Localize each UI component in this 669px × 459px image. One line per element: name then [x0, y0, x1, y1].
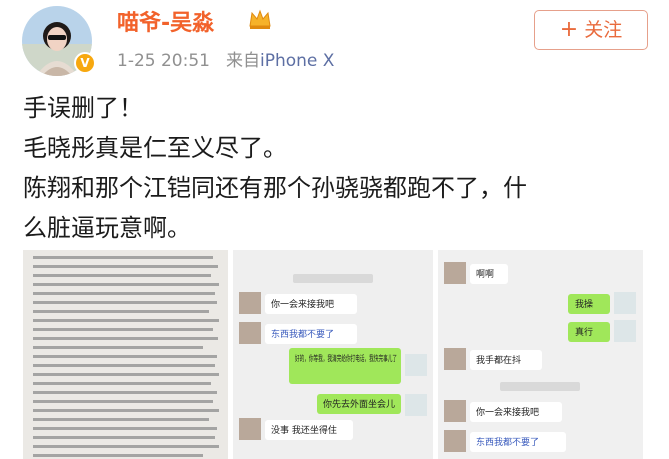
- follow-button[interactable]: + 关注: [534, 10, 648, 50]
- post-image-chat-left[interactable]: 你一会来接我吧 东西我都不要了 好的，你等我，我清完给你打电话，我快完事儿了 你…: [233, 250, 433, 459]
- avatar: [614, 320, 636, 342]
- post-image-statement[interactable]: [23, 250, 228, 459]
- avatar: [239, 292, 261, 314]
- chat-bubble-text: 我手都在抖: [476, 354, 521, 366]
- avatar: [444, 348, 466, 370]
- chat-bubble-text: 你先去外面坐会儿: [323, 398, 395, 410]
- chat-bubble-text: 你一会来接我吧: [271, 298, 334, 310]
- crown-icon: [249, 9, 271, 29]
- chat-bubble-text: 你一会来接我吧: [476, 406, 539, 418]
- post-line: 么脏逼玩意啊。: [23, 214, 191, 242]
- chat-image-left: 你一会来接我吧 东西我都不要了 好的，你等我，我清完给你打电话，我快完事儿了 你…: [233, 250, 433, 459]
- post-line: 陈翔和那个江铠同还有那个孙骁骁都跑不了，什: [23, 174, 527, 202]
- chat-bubble-text: 没事 我还坐得住: [271, 424, 337, 436]
- follow-button-label: 关注: [584, 19, 623, 41]
- verified-badge-icon: V: [74, 52, 96, 74]
- avatar: [444, 400, 466, 422]
- chat-bubble-text: 真行: [575, 326, 593, 338]
- avatar: [444, 430, 466, 452]
- post-line: 手误删了！: [23, 94, 143, 122]
- post-timestamp: 1-25 20:51: [117, 51, 210, 71]
- avatar: [239, 418, 261, 440]
- plus-icon: +: [559, 17, 579, 42]
- statement-image: [23, 250, 228, 459]
- post-image-chat-right[interactable]: 啊啊 我操 真行 我手都在抖 你一会来接我吧 东西我都不要了: [438, 250, 643, 459]
- avatar: [405, 354, 427, 376]
- chat-bubble-text: 啊啊: [476, 269, 494, 280]
- chat-bubble-text: 东西我都不要了: [476, 436, 539, 448]
- post-meta: 1-25 20:51 来自iPhone X: [117, 46, 334, 71]
- post-line: 毛晓彤真是仁至义尽了。: [23, 134, 287, 162]
- avatar: [614, 292, 636, 314]
- chat-image-right: 啊啊 我操 真行 我手都在抖 你一会来接我吧 东西我都不要了: [438, 250, 643, 459]
- post-text: 手误删了！ 毛晓彤真是仁至义尽了。 陈翔和那个江铠同还有那个孙骁骁都跑不了，什 …: [23, 88, 653, 248]
- source-prefix: 来自: [225, 51, 260, 71]
- avatar: [444, 262, 466, 284]
- post-header: V 喵爷-吴淼 1-25 20:51 来自iPhone X + 关注: [0, 0, 669, 80]
- username[interactable]: 喵爷-吴淼: [117, 5, 214, 37]
- source-device[interactable]: iPhone X: [260, 51, 334, 71]
- avatar: [239, 322, 261, 344]
- chat-bubble-text: 我操: [575, 298, 593, 310]
- chat-bubble-text: 好的，你等我，我清完给你打电话，我快完事儿了: [295, 353, 397, 363]
- avatar: [405, 394, 427, 416]
- chat-bubble-text: 东西我都不要了: [271, 328, 334, 340]
